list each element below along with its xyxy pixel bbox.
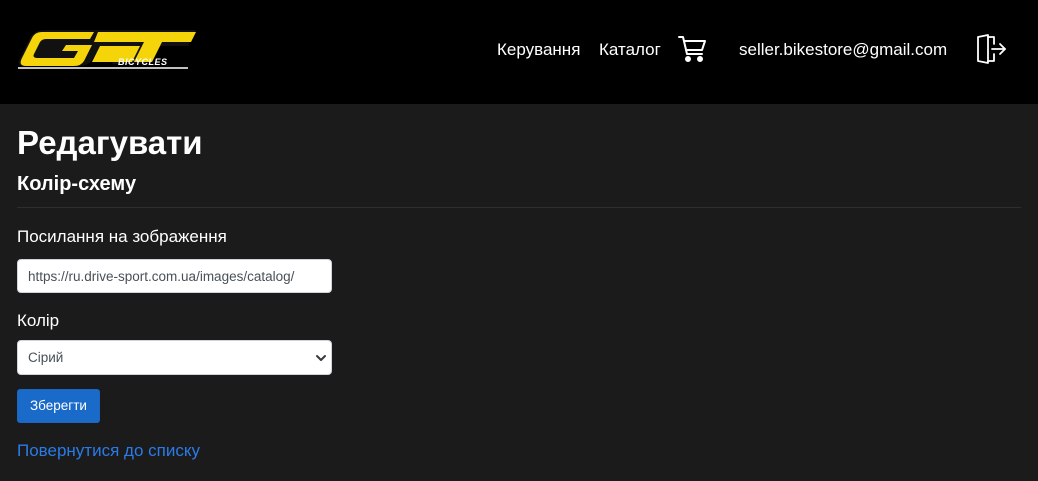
navbar: BICYCLES Керування Каталог seller.bikest… [0, 0, 1038, 104]
cart-icon[interactable] [677, 34, 707, 64]
color-select[interactable]: Сірий [17, 340, 332, 375]
nav-catalog-link[interactable]: Каталог [599, 40, 661, 60]
page-title: Редагувати [17, 124, 203, 161]
image-url-input[interactable] [17, 259, 332, 293]
chevron-down-icon [316, 355, 326, 361]
back-to-list-link[interactable]: Повернутися до списку [17, 441, 200, 461]
color-select-value: Сірий [28, 350, 64, 365]
divider [17, 207, 1021, 208]
nav-manage-link[interactable]: Керування [497, 40, 580, 60]
logo-subtext: BICYCLES [118, 57, 168, 67]
save-button[interactable]: Зберегти [17, 389, 100, 423]
color-label: Колір [17, 311, 60, 330]
image-url-label: Посилання на зображення [17, 227, 227, 246]
logout-icon[interactable] [975, 33, 1007, 65]
gt-bicycles-logo[interactable]: BICYCLES [16, 28, 198, 72]
page-subtitle: Колір-схему [17, 173, 137, 195]
user-email-link[interactable]: seller.bikestore@gmail.com [739, 40, 947, 60]
